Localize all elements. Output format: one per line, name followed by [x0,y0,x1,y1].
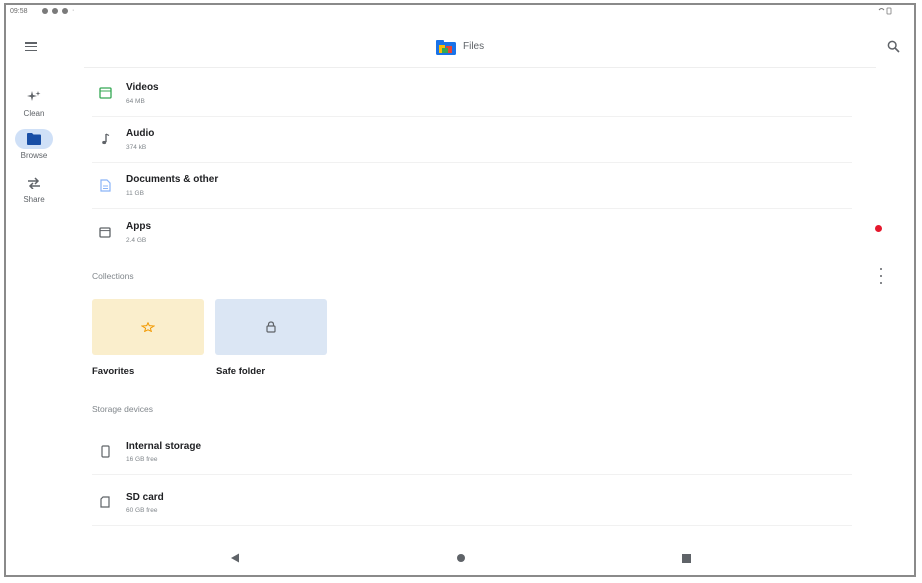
nav-rail-item-clean[interactable]: Clean [12,87,56,118]
storage-free: 60 GB free [126,507,158,514]
document-icon [98,178,112,192]
phone-icon [98,444,112,458]
star-outline-icon [141,322,155,332]
app-title: Files [463,41,485,52]
app-bar-divider [84,67,876,68]
music-note-icon [98,132,112,146]
nav-rail-label: Browse [20,151,48,160]
app-notification-icon [62,7,68,14]
nav-rail-item-browse[interactable]: Browse [12,129,56,160]
collections-header: Collections [92,271,134,281]
lock-icon [266,321,276,333]
nav-rail-item-share[interactable]: Share [12,173,56,204]
system-nav-bar [6,543,914,575]
settings-notification-icon [42,7,48,14]
favorites-label: Favorites [92,366,135,377]
shield-notification-icon [52,7,58,14]
folder-icon [27,133,41,145]
more-vert-icon[interactable] [879,268,883,284]
status-notification-icons: · [42,7,74,14]
status-bar: 09:58 · [6,5,914,21]
storage-internal[interactable]: Internal storage 16 GB free [92,435,852,475]
row-divider [92,474,852,475]
app-bar: Files [6,29,914,65]
recents-icon[interactable] [682,554,691,563]
category-apps[interactable]: Apps 2.4 GB [92,216,852,256]
row-divider [92,525,852,526]
category-documents[interactable]: Documents & other 11 GB [92,169,852,209]
category-size: 374 kB [126,144,147,151]
back-icon[interactable] [230,553,240,563]
row-divider [92,162,852,163]
swap-arrows-icon [28,177,40,189]
favorites-card[interactable] [92,299,204,355]
category-size: 2.4 GB [126,237,147,244]
storage-free: 16 GB free [126,456,158,463]
category-size: 64 MB [126,98,145,105]
category-audio[interactable]: Audio 374 kB [92,123,852,163]
safe-folder-label: Safe folder [216,366,266,377]
more-notifications-icon: · [72,7,75,14]
device-screen: 09:58 · Files Clean Browse Share Videos … [4,3,916,577]
notification-dot [875,225,882,232]
status-time: 09:58 [10,8,28,15]
nav-rail-label: Clean [23,109,45,118]
sparkle-icon [27,91,41,101]
category-title: Videos [126,82,159,93]
battery-wifi-icon [878,7,892,17]
menu-icon[interactable] [25,42,37,51]
category-size: 11 GB [126,190,144,197]
row-divider [92,208,852,209]
storage-title: SD card [126,492,164,503]
storage-sd-card[interactable]: SD card 60 GB free [92,486,852,526]
video-icon [98,86,112,100]
category-title: Documents & other [126,174,219,185]
safe-folder-card[interactable] [215,299,327,355]
home-icon[interactable] [457,554,465,562]
storage-devices-header: Storage devices [92,404,153,414]
files-logo-icon [436,40,456,55]
category-videos[interactable]: Videos 64 MB [92,77,852,117]
sd-card-icon [98,495,112,509]
search-icon[interactable] [887,40,900,53]
row-divider [92,116,852,117]
apps-window-icon [98,225,112,239]
nav-rail-label: Share [23,195,45,204]
category-title: Audio [126,128,155,139]
category-title: Apps [126,221,151,232]
storage-title: Internal storage [126,441,202,452]
